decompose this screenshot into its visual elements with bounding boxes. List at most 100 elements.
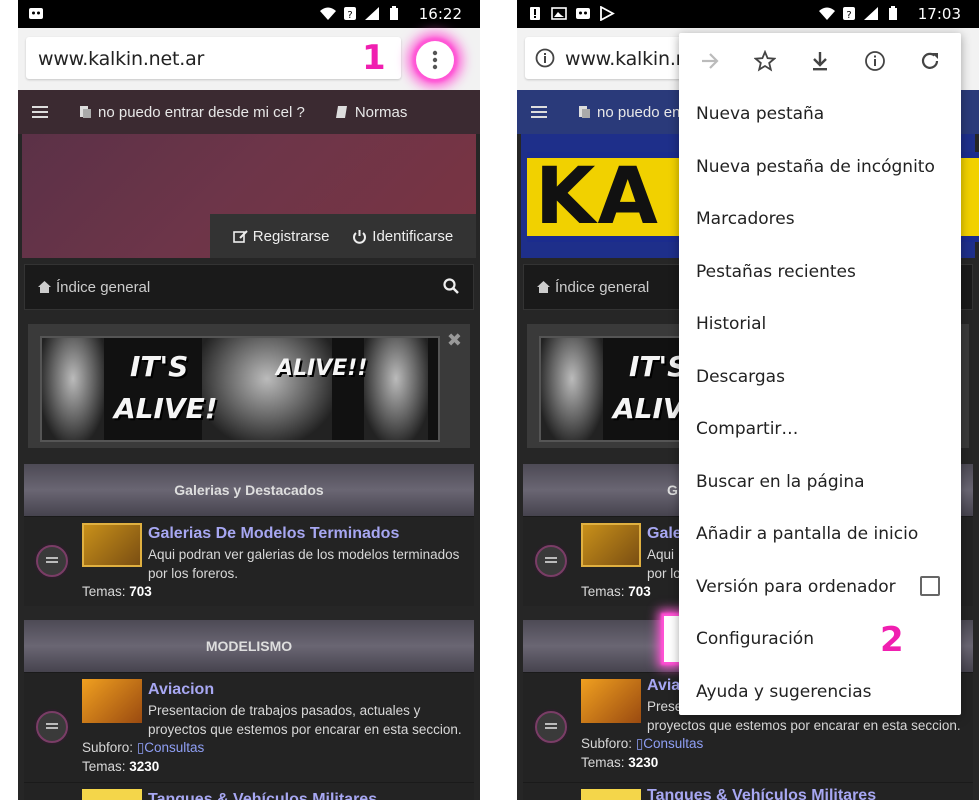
forum-header-banner: Registrarse Identificarse	[22, 134, 476, 258]
download-icon[interactable]	[809, 50, 831, 72]
play-store-icon	[600, 6, 615, 21]
forum-row-tanques: Tanques & Vehículos Militares	[24, 782, 474, 800]
url-text: www.kalkin.net.ar	[38, 48, 205, 70]
forum-page: no puedo entrar desde mi cel ? Normas Re…	[18, 90, 480, 800]
hamburger-icon[interactable]	[32, 103, 48, 121]
menu-item-settings[interactable]: Configuración	[696, 629, 814, 649]
section-title: MODELISMO	[24, 620, 474, 672]
menu-item-add-to-home[interactable]: Añadir a pantalla de inicio	[696, 524, 918, 544]
section-modelismo: MODELISMO Aviacion Presentacion de traba…	[24, 620, 474, 800]
alert-icon	[530, 7, 540, 20]
no-sim-icon: ?	[843, 7, 855, 21]
breadcrumb-index-link[interactable]: Índice general	[555, 279, 649, 296]
browser-menu-button[interactable]	[416, 41, 454, 79]
home-icon	[537, 281, 550, 293]
more-vert-icon	[432, 50, 438, 70]
search-icon[interactable]	[443, 278, 459, 294]
status-bar: ? 17:03	[517, 0, 979, 28]
document-icon	[80, 106, 91, 118]
status-bar: ? 16:22	[18, 0, 480, 28]
forum-navbar: no puedo entrar desde mi cel ? Normas	[18, 90, 480, 134]
menu-item-downloads[interactable]: Descargas	[696, 367, 785, 387]
forum-topics: Temas: 3230	[82, 759, 160, 774]
book-icon	[335, 106, 347, 118]
browser-toolbar: www.kalkin.net.ar	[18, 28, 480, 90]
forum-status-icon	[535, 711, 567, 743]
nav-item-cel[interactable]: no puedo entrar desde mi cel ?	[78, 104, 305, 121]
app-notification-icon	[29, 8, 43, 19]
menu-item-share[interactable]: Compartir…	[696, 419, 798, 439]
forum-title-link[interactable]: Aviacion	[148, 681, 214, 699]
forum-description: Aqui podran ver galerias de los modelos …	[148, 547, 460, 581]
login-label: Identificarse	[372, 227, 454, 245]
forum-row-aviacion: Aviacion Presentacion de trabajos pasado…	[24, 672, 474, 782]
forum-row-galerias: Galerias De Modelos Terminados Aqui podr…	[24, 516, 474, 606]
forum-subforum: Subforo: ▯Consultas	[82, 740, 205, 755]
hamburger-icon[interactable]	[531, 103, 547, 121]
edit-icon	[232, 229, 248, 243]
forum-row-tanques: Tanques & Vehículos Militares	[523, 782, 973, 800]
menu-item-bookmarks[interactable]: Marcadores	[696, 209, 795, 229]
forum-title-link[interactable]: Tanques & Vehículos Militares	[647, 787, 876, 800]
kalkin-logo-text: KA	[535, 152, 660, 242]
forum-topics: Temas: 703	[581, 584, 651, 599]
breadcrumb-index-link[interactable]: Índice general	[56, 279, 150, 296]
desktop-site-checkbox[interactable]	[920, 576, 940, 596]
jet-thumbnail	[82, 679, 142, 723]
jet-thumbnail	[581, 679, 641, 723]
forum-status-icon	[535, 545, 567, 577]
forum-title-link[interactable]: Avia	[647, 677, 680, 695]
browser-overflow-menu: Nueva pestaña Nueva pestaña de incógnito…	[679, 33, 961, 715]
page-info-icon[interactable]	[535, 48, 555, 68]
menu-item-history[interactable]: Historial	[696, 314, 766, 334]
nav-item-cel[interactable]: no puedo en	[577, 104, 680, 121]
breadcrumb: Índice general	[24, 264, 474, 310]
menu-item-new-tab[interactable]: Nueva pestaña	[696, 104, 824, 124]
status-time: 17:03	[917, 5, 961, 23]
power-icon	[353, 229, 367, 244]
header-actions: Registrarse Identificarse	[210, 214, 476, 258]
menu-item-incognito[interactable]: Nueva pestaña de incógnito	[696, 157, 935, 177]
battery-icon	[889, 6, 897, 20]
forum-subforum: Subforo: ▯Consultas	[581, 736, 704, 751]
menu-item-recent-tabs[interactable]: Pestañas recientes	[696, 262, 856, 282]
signal-icon	[365, 7, 379, 20]
tank-thumbnail	[581, 789, 641, 800]
menu-item-desktop-site[interactable]: Versión para ordenador	[696, 577, 896, 597]
forum-title-link[interactable]: Gale	[647, 525, 682, 543]
svg-text:?: ?	[846, 10, 851, 21]
subforum-link[interactable]: ▯Consultas	[636, 736, 703, 751]
its-alive-banner-image[interactable]: IT'S ALIVE! ALIVE!!	[40, 336, 440, 442]
nav-item-normas[interactable]: Normas	[335, 103, 408, 121]
annotation-step-1: 1	[362, 38, 386, 78]
login-link[interactable]: Identificarse	[352, 228, 453, 245]
nav-item-normas-label: Normas	[354, 103, 408, 121]
menu-item-find-in-page[interactable]: Buscar en la página	[696, 472, 865, 492]
forum-topics: Temas: 3230	[581, 755, 659, 770]
mona-lisa-thumbnail	[581, 523, 641, 567]
forum-title-link[interactable]: Galerias De Modelos Terminados	[148, 525, 399, 543]
info-icon[interactable]	[864, 50, 886, 72]
menu-item-help[interactable]: Ayuda y sugerencias	[696, 682, 871, 702]
star-icon[interactable]	[754, 50, 777, 72]
close-icon[interactable]: ✖	[447, 330, 462, 351]
tank-thumbnail	[82, 789, 142, 800]
signal-icon	[864, 7, 878, 20]
document-icon	[579, 106, 590, 118]
battery-icon	[390, 6, 398, 20]
forward-arrow-icon[interactable]	[699, 50, 721, 72]
home-icon	[38, 281, 51, 293]
nav-item-cel-label: no puedo en	[597, 103, 681, 121]
forum-title-link[interactable]: Tanques & Vehículos Militares	[148, 791, 377, 800]
forum-topics: Temas: 703	[82, 584, 152, 599]
banner-text-its: IT'S	[130, 350, 189, 383]
status-time: 16:22	[418, 5, 462, 23]
app-notification-icon	[576, 8, 590, 19]
reload-icon[interactable]	[919, 50, 941, 72]
forum-status-icon	[36, 545, 68, 577]
wifi-icon	[320, 7, 336, 20]
menu-action-row	[679, 33, 961, 89]
register-link[interactable]: Registrarse	[232, 228, 330, 245]
url-field[interactable]: www.kalkin.net.ar	[26, 37, 401, 79]
subforum-link[interactable]: ▯Consultas	[137, 740, 204, 755]
